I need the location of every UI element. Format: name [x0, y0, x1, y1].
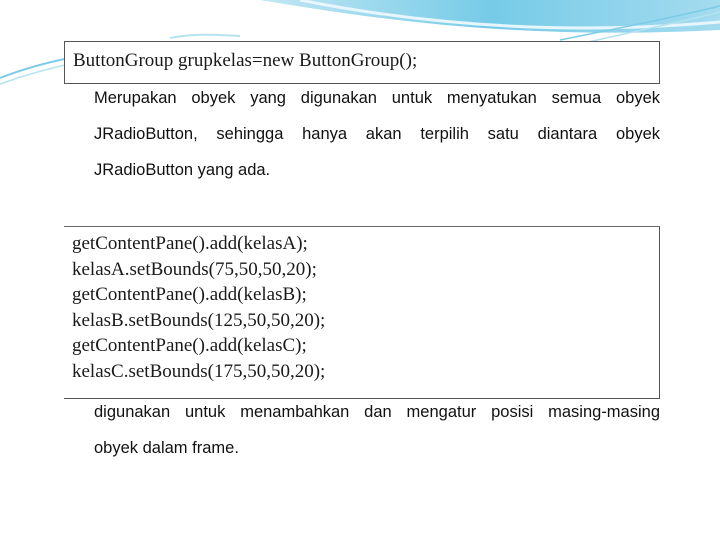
- description-buttongroup: Merupakan obyek yang digunakan untuk men…: [94, 87, 660, 195]
- slide: ButtonGroup grupkelas=new ButtonGroup();…: [0, 0, 720, 540]
- code-line: kelasC.setBounds(175,50,50,20);: [72, 360, 326, 382]
- code-line: ButtonGroup grupkelas=new ButtonGroup();: [73, 50, 418, 71]
- code-line: getContentPane().add(kelasB);: [72, 284, 307, 306]
- description-content-pane: digunakan untuk menambahkan dan mengatur…: [94, 400, 660, 466]
- document-page: ButtonGroup grupkelas=new ButtonGroup();…: [50, 0, 670, 540]
- code-block-content-pane: getContentPane().add(kelasA); kelasA.set…: [64, 227, 660, 399]
- description-line: JRadioButton, sehingga hanya akan terpil…: [94, 125, 660, 143]
- code-block-buttongroup: ButtonGroup grupkelas=new ButtonGroup();: [64, 41, 660, 84]
- code-line: getContentPane().add(kelasA);: [72, 233, 308, 254]
- code-line: getContentPane().add(kelasC);: [72, 335, 307, 357]
- description-line: Merupakan obyek yang digunakan untuk men…: [94, 89, 660, 107]
- description-line: digunakan untuk menambahkan dan mengatur…: [94, 403, 660, 421]
- code-line: kelasB.setBounds(125,50,50,20);: [72, 309, 326, 331]
- description-line: JRadioButton yang ada.: [94, 161, 271, 179]
- description-line: obyek dalam frame.: [94, 439, 239, 457]
- code-line: kelasA.setBounds(75,50,50,20);: [72, 258, 317, 280]
